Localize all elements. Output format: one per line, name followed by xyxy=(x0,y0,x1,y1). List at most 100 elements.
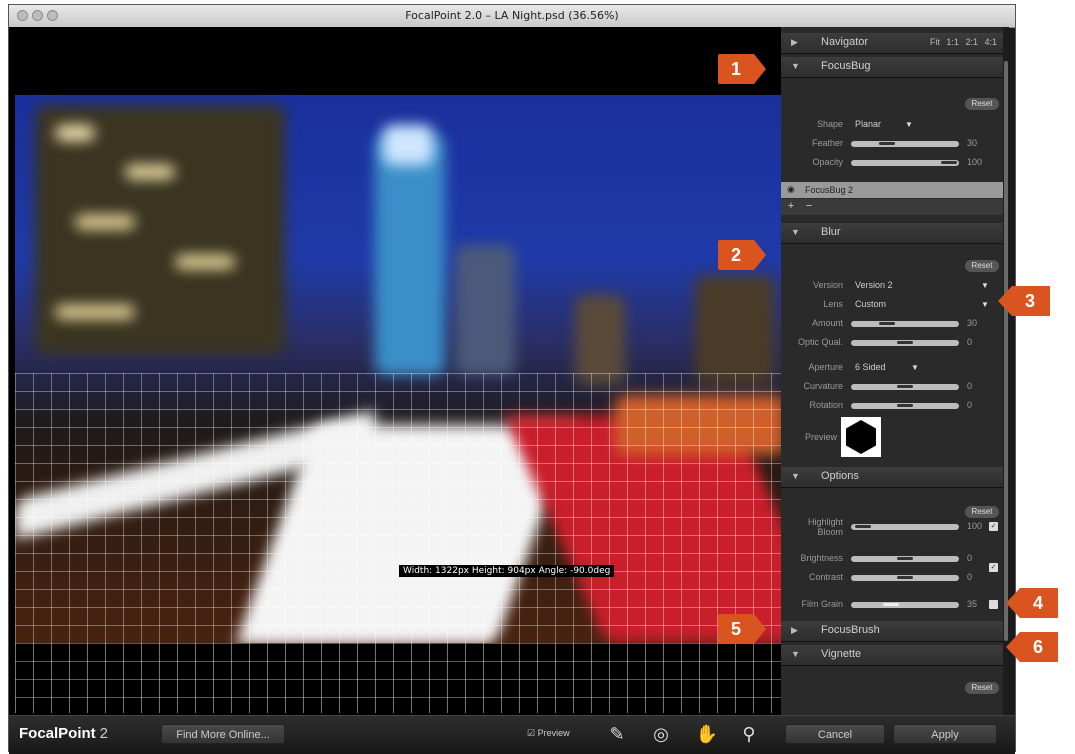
logo-version: 2 xyxy=(99,725,109,742)
optic-quality-label: Optic Qual. xyxy=(797,337,843,347)
apply-button[interactable]: Apply xyxy=(893,724,997,744)
slider-knob[interactable] xyxy=(941,161,957,164)
brightness-label: Brightness xyxy=(800,553,843,563)
navigator-header[interactable]: ▶ Navigator Fit 1:1 2:1 4:1 xyxy=(781,33,1003,54)
amount-label: Amount xyxy=(811,318,843,328)
tower-mid xyxy=(455,245,515,375)
logo-text: FocalPoint xyxy=(19,725,96,742)
focusbug-header[interactable]: ▼ FocusBug xyxy=(781,57,1003,78)
preview-label: Preview xyxy=(537,728,570,738)
collapsed-triangle-icon: ▶ xyxy=(791,625,798,635)
callout-3: 3 xyxy=(994,284,1052,318)
focus-plane-grid[interactable] xyxy=(15,373,781,643)
zoom-4-1-button[interactable]: 4:1 xyxy=(984,37,997,47)
vignette-label: Vignette xyxy=(821,648,862,660)
slider-knob[interactable] xyxy=(883,603,899,606)
opacity-value: 100 xyxy=(967,157,983,167)
find-more-online-button[interactable]: Find More Online... xyxy=(161,724,285,744)
feather-slider[interactable] xyxy=(851,141,959,147)
tower-top xyxy=(383,125,433,165)
zoom-1-1-button[interactable]: 1:1 xyxy=(946,37,959,47)
eye-icon[interactable]: ◉ xyxy=(787,184,795,195)
rotation-label: Rotation xyxy=(809,400,843,410)
remove-layer-button[interactable]: − xyxy=(801,200,817,212)
focusbug-tool-icon[interactable]: ◎ xyxy=(649,722,673,746)
zoom-2-1-button[interactable]: 2:1 xyxy=(965,37,978,47)
curvature-value: 0 xyxy=(967,381,973,391)
brightness-contrast-checkbox[interactable]: ✓ xyxy=(989,563,998,572)
hand-icon[interactable]: ✋ xyxy=(695,722,719,746)
callout-5: 5 xyxy=(716,612,768,646)
film-grain-checkbox[interactable] xyxy=(989,600,998,609)
focusbrush-header[interactable]: ▶ FocusBrush xyxy=(781,621,1003,642)
blur-header[interactable]: ▼ Blur xyxy=(781,223,1003,244)
titlebar: FocalPoint 2.0 – LA Night.psd (36.56%) xyxy=(9,5,1015,28)
add-layer-button[interactable]: + xyxy=(783,200,799,212)
callout-number: 4 xyxy=(1032,593,1043,613)
preview-checkbox-icon: ☑ xyxy=(527,728,538,738)
chevron-down-icon: ▼ xyxy=(981,281,989,290)
app-logo: FocalPoint 2 xyxy=(19,725,108,742)
measurement-tooltip: Width: 1322px Height: 904px Angle: -90.0… xyxy=(399,565,615,577)
callout-number: 3 xyxy=(1024,291,1035,311)
cancel-button[interactable]: Cancel xyxy=(785,724,885,744)
contrast-label: Contrast xyxy=(808,572,843,582)
aperture-dropdown[interactable]: 6 Sided xyxy=(855,362,886,372)
highlight-bloom-slider[interactable] xyxy=(851,524,959,530)
feather-label: Feather xyxy=(811,138,843,148)
options-header[interactable]: ▼ Options xyxy=(781,467,1003,488)
brightness-slider[interactable] xyxy=(851,556,959,562)
bottom-toolbar: FocalPoint 2 Find More Online... ☑ Previe… xyxy=(9,715,1015,754)
opacity-slider[interactable] xyxy=(851,160,959,166)
optic-quality-slider[interactable] xyxy=(851,340,959,346)
navigator-label: Navigator xyxy=(821,36,869,48)
zoom-icon[interactable]: ⚲ xyxy=(737,722,761,746)
version-label: Version xyxy=(812,280,843,290)
callout-2: 2 xyxy=(716,238,768,272)
app-window: FocalPoint 2.0 – LA Night.psd (36.56%) W… xyxy=(8,4,1016,754)
film-grain-slider[interactable] xyxy=(851,602,959,608)
brightness-value: 0 xyxy=(967,553,973,563)
slider-knob[interactable] xyxy=(897,576,913,579)
slider-knob[interactable] xyxy=(897,557,913,560)
slider-knob[interactable] xyxy=(879,142,895,145)
preview-label: Preview xyxy=(804,432,837,442)
slider-knob[interactable] xyxy=(897,341,913,344)
focusbug-reset-button[interactable]: Reset xyxy=(965,98,999,110)
slider-knob[interactable] xyxy=(855,525,871,528)
callout-number: 5 xyxy=(730,619,741,639)
highlight-label-line2: Bloom xyxy=(817,527,843,537)
zoom-fit-button[interactable]: Fit xyxy=(930,37,940,47)
highlight-checkbox[interactable]: ✓ xyxy=(989,522,998,531)
slider-knob[interactable] xyxy=(897,404,913,407)
callout-number: 2 xyxy=(730,245,741,265)
photo-preview[interactable]: Width: 1322px Height: 904px Angle: -90.0… xyxy=(15,95,781,643)
focusbug-layer-row[interactable]: ◉ FocusBug 2 xyxy=(781,182,1003,198)
version-dropdown[interactable]: Version 2 xyxy=(855,280,893,290)
vignette-header[interactable]: ▼ Vignette xyxy=(781,645,1003,666)
vignette-reset-button[interactable]: Reset xyxy=(965,682,999,694)
layer-name: FocusBug 2 xyxy=(805,185,854,195)
slider-knob[interactable] xyxy=(879,322,895,325)
light-blob xyxy=(125,165,175,179)
brush-icon[interactable]: ✎ xyxy=(605,722,629,746)
blur-reset-button[interactable]: Reset xyxy=(965,260,999,272)
aperture-preview xyxy=(841,417,881,457)
preview-toggle[interactable]: ☑ Preview xyxy=(527,728,570,739)
highlight-label-line1: Highlight xyxy=(807,517,843,527)
contrast-slider[interactable] xyxy=(851,575,959,581)
amount-slider[interactable] xyxy=(851,321,959,327)
curvature-slider[interactable] xyxy=(851,384,959,390)
scrollbar-thumb[interactable] xyxy=(1004,61,1008,641)
chevron-down-icon: ▼ xyxy=(905,120,913,129)
callout-6: 6 xyxy=(1002,630,1060,664)
options-reset-button[interactable]: Reset xyxy=(965,506,999,518)
contrast-value: 0 xyxy=(967,572,973,582)
image-canvas[interactable]: Width: 1322px Height: 904px Angle: -90.0… xyxy=(9,27,781,715)
shape-label: Shape xyxy=(816,119,843,129)
hexagon-icon xyxy=(846,420,876,454)
lens-dropdown[interactable]: Custom xyxy=(855,299,886,309)
slider-knob[interactable] xyxy=(897,385,913,388)
rotation-slider[interactable] xyxy=(851,403,959,409)
shape-dropdown[interactable]: Planar xyxy=(855,119,881,129)
